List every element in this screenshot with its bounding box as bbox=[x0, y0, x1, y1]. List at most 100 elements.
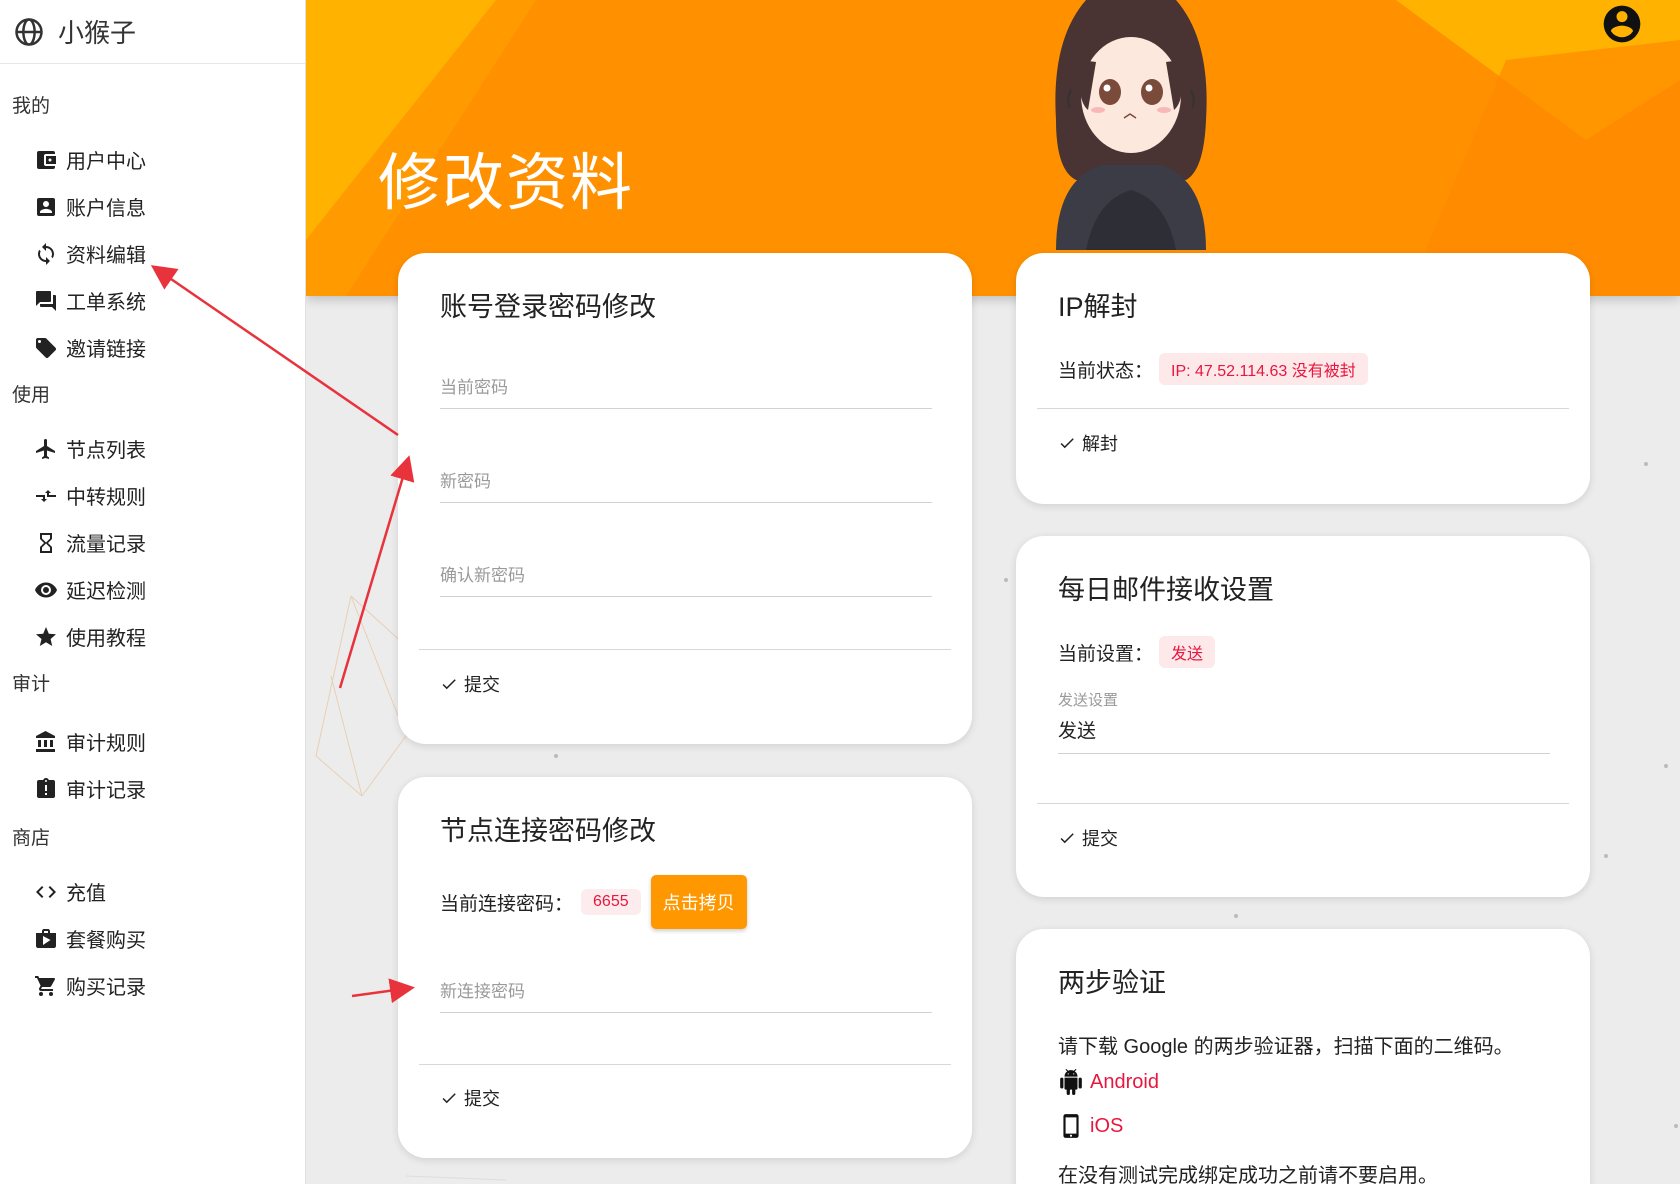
card-divider bbox=[1037, 803, 1569, 804]
brand-name: 小猴子 bbox=[58, 18, 137, 48]
sidebar-item-account-info[interactable]: 账户信息 bbox=[0, 183, 305, 230]
sidebar-item-traffic-log[interactable]: 流量记录 bbox=[0, 519, 305, 566]
sidebar-item-nodes[interactable]: 节点列表 bbox=[0, 425, 305, 472]
sidebar-item-plans[interactable]: 套餐购买 bbox=[0, 915, 305, 962]
sidebar-item-label: 节点列表 bbox=[66, 440, 146, 462]
sidebar-item-recharge[interactable]: 充值 bbox=[0, 868, 305, 915]
check-icon bbox=[1060, 833, 1074, 844]
sidebar-item-label: 账户信息 bbox=[66, 198, 146, 220]
new-password-input[interactable] bbox=[440, 472, 932, 492]
mail-current-row: 当前设置： 发送 bbox=[1058, 636, 1216, 668]
android-link-row[interactable]: Android bbox=[1058, 1069, 1159, 1095]
sidebar-item-label: 流量记录 bbox=[66, 534, 146, 556]
node-password-submit-button[interactable]: 提交 bbox=[440, 1085, 500, 1111]
swap-arrows-icon bbox=[36, 489, 56, 502]
tablet-icon bbox=[1063, 1114, 1079, 1138]
ios-link-row[interactable]: iOS bbox=[1058, 1113, 1123, 1139]
sidebar: 小猴子 我的 用户中心 账户信息 资料编辑 工单系统 邀请链接 使用 节点列表 … bbox=[0, 0, 306, 1184]
sidebar-item-user-center[interactable]: 用户中心 bbox=[0, 136, 305, 183]
clipboard-alert-icon bbox=[37, 777, 55, 798]
mail-settings-submit-button[interactable]: 提交 bbox=[1058, 825, 1118, 851]
mail-current-value: 发送 bbox=[1159, 636, 1216, 668]
sidebar-item-tickets[interactable]: 工单系统 bbox=[0, 277, 305, 324]
sidebar-item-label: 延迟检测 bbox=[66, 581, 146, 603]
eye-icon bbox=[35, 582, 57, 597]
section-label-shop: 商店 bbox=[12, 828, 51, 849]
two-factor-desc: 请下载 Google 的两步验证器，扫描下面的二维码。 bbox=[1058, 1036, 1514, 1058]
card-divider bbox=[1037, 408, 1569, 409]
hourglass-icon bbox=[40, 532, 52, 553]
account-circle-icon bbox=[1603, 5, 1641, 43]
sidebar-item-relay-rules[interactable]: 中转规则 bbox=[0, 472, 305, 519]
sidebar-item-invite[interactable]: 邀请链接 bbox=[0, 324, 305, 371]
mail-select-field[interactable]: 发送设置 发送 bbox=[1058, 689, 1550, 754]
ip-status-label: 当前状态： bbox=[1058, 360, 1154, 382]
account-box-icon bbox=[37, 197, 55, 216]
submit-label: 提交 bbox=[464, 675, 500, 695]
account-button[interactable] bbox=[1600, 2, 1644, 46]
sidebar-item-label: 用户中心 bbox=[66, 151, 146, 173]
sidebar-item-audit-rules[interactable]: 审计规则 bbox=[0, 718, 305, 765]
ip-unblock-card: IP解封 当前状态： IP: 47.52.114.63 没有被封 解封 bbox=[1016, 253, 1590, 504]
login-password-submit-button[interactable]: 提交 bbox=[440, 671, 500, 697]
sidebar-item-label: 资料编辑 bbox=[66, 245, 146, 267]
current-node-password-row: 当前连接密码： 6655 点击拷贝 bbox=[440, 875, 747, 929]
confirm-password-field[interactable] bbox=[440, 566, 932, 597]
card-title: 节点连接密码修改 bbox=[440, 816, 656, 846]
sidebar-item-latency[interactable]: 延迟检测 bbox=[0, 566, 305, 613]
two-factor-card: 两步验证 请下载 Google 的两步验证器，扫描下面的二维码。 Android… bbox=[1016, 929, 1590, 1184]
copy-password-button[interactable]: 点击拷贝 bbox=[650, 875, 747, 929]
submit-label: 提交 bbox=[464, 1089, 500, 1109]
check-icon bbox=[442, 679, 456, 690]
android-link[interactable]: Android bbox=[1090, 1071, 1159, 1094]
sidebar-item-label: 中转规则 bbox=[66, 487, 146, 509]
sidebar-item-tutorial[interactable]: 使用教程 bbox=[0, 613, 305, 660]
section-label-use: 使用 bbox=[12, 385, 51, 406]
character-illustration bbox=[1055, 0, 1207, 250]
confirm-password-input[interactable] bbox=[440, 566, 932, 586]
check-icon bbox=[1060, 438, 1074, 449]
globe-icon bbox=[15, 17, 43, 46]
shop-bag-icon bbox=[36, 928, 56, 948]
sidebar-item-purchase-log[interactable]: 购买记录 bbox=[0, 962, 305, 1009]
card-title: 每日邮件接收设置 bbox=[1058, 575, 1274, 605]
section-label-mine: 我的 bbox=[12, 96, 51, 117]
bank-icon bbox=[36, 730, 55, 752]
ip-status-row: 当前状态： IP: 47.52.114.63 没有被封 bbox=[1058, 353, 1368, 385]
page-title: 修改资料 bbox=[378, 149, 635, 218]
new-node-password-input[interactable] bbox=[440, 982, 932, 1002]
sidebar-item-label: 套餐购买 bbox=[66, 930, 146, 952]
check-icon bbox=[442, 1093, 456, 1104]
card-divider bbox=[419, 1064, 951, 1065]
two-factor-warning: 在没有测试完成绑定成功之前请不要启用。 bbox=[1058, 1165, 1438, 1184]
sidebar-item-label: 购买记录 bbox=[66, 977, 146, 999]
sidebar-item-profile-edit[interactable]: 资料编辑 bbox=[0, 230, 305, 277]
sidebar-item-audit-log[interactable]: 审计记录 bbox=[0, 765, 305, 812]
forum-icon bbox=[36, 290, 56, 311]
sync-icon bbox=[38, 242, 54, 265]
mail-current-label: 当前设置： bbox=[1058, 643, 1154, 665]
mail-select-value: 发送 bbox=[1058, 721, 1097, 742]
wallet-icon bbox=[37, 150, 56, 169]
new-node-password-field[interactable] bbox=[440, 982, 932, 1013]
sidebar-item-label: 邀请链接 bbox=[66, 339, 146, 361]
current-node-password-label: 当前连接密码： bbox=[440, 893, 574, 915]
unblock-label: 解封 bbox=[1082, 434, 1118, 454]
mail-settings-card: 每日邮件接收设置 当前设置： 发送 发送设置 发送 提交 bbox=[1016, 536, 1590, 897]
ios-link[interactable]: iOS bbox=[1090, 1115, 1123, 1138]
sidebar-item-label: 审计规则 bbox=[66, 733, 146, 755]
android-icon bbox=[1060, 1069, 1082, 1095]
submit-label: 提交 bbox=[1082, 829, 1118, 849]
new-password-field[interactable] bbox=[440, 472, 932, 503]
brand[interactable]: 小猴子 bbox=[0, 0, 305, 64]
sidebar-item-label: 审计记录 bbox=[66, 780, 146, 802]
section-label-audit: 审计 bbox=[12, 674, 51, 695]
sidebar-item-label: 工单系统 bbox=[66, 292, 146, 314]
airplane-icon bbox=[36, 438, 55, 459]
unblock-button[interactable]: 解封 bbox=[1058, 430, 1118, 456]
current-password-field[interactable] bbox=[440, 378, 932, 409]
current-password-input[interactable] bbox=[440, 378, 932, 398]
sidebar-item-label: 使用教程 bbox=[66, 628, 146, 650]
ip-status-value: IP: 47.52.114.63 没有被封 bbox=[1159, 353, 1368, 385]
cart-icon bbox=[35, 975, 56, 996]
